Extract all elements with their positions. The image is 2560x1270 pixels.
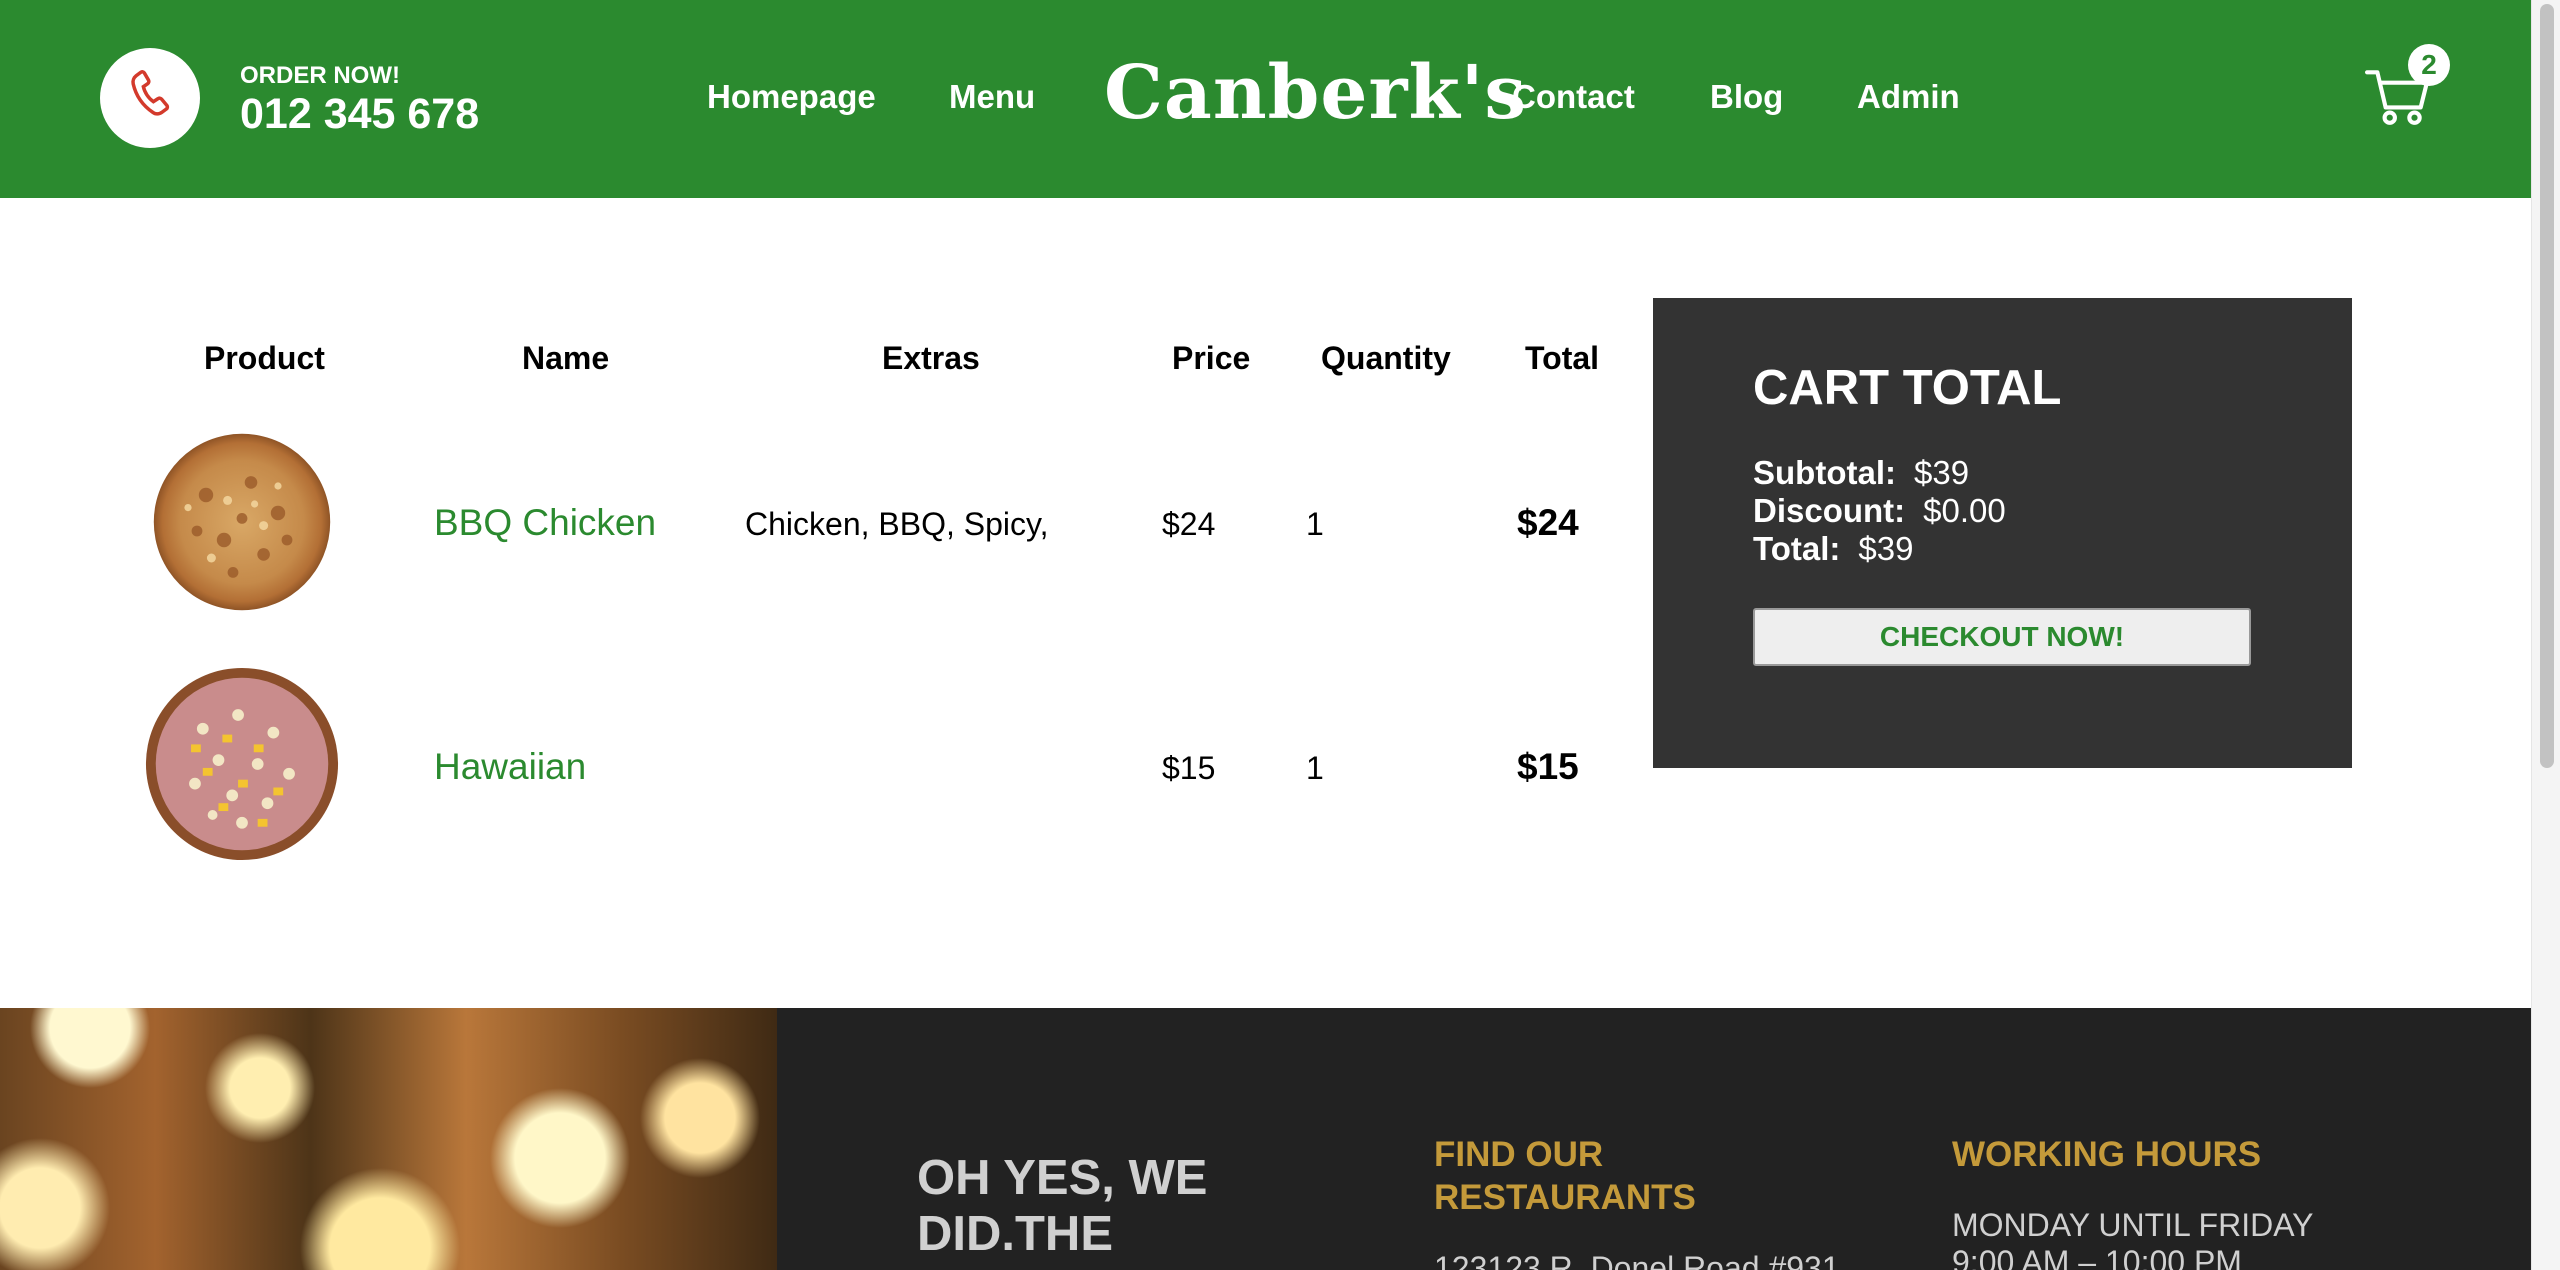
- nav-contact[interactable]: Contact: [1512, 78, 1635, 116]
- product-price: $24: [1162, 506, 1216, 542]
- subtotal-value: $39: [1913, 454, 1970, 491]
- product-extras: Chicken, BBQ, Spicy,: [745, 506, 1049, 542]
- total-line: Total: $39: [1753, 530, 1913, 568]
- column-header-total: Total: [1525, 340, 1600, 376]
- order-phone-number: 012 345 678: [240, 90, 480, 138]
- cart-total-title: CART TOTAL: [1753, 361, 2062, 415]
- column-header-product: Product: [204, 340, 325, 376]
- cart-count-badge: 2: [2408, 44, 2450, 86]
- footer-hours-time: 9:00 AM – 10:00 PM: [1952, 1244, 2242, 1270]
- phone-icon: [131, 70, 170, 116]
- column-header-name: Name: [522, 340, 610, 376]
- order-now-label: ORDER NOW!: [240, 62, 400, 89]
- product-name-link[interactable]: Hawaiian: [434, 746, 586, 788]
- nav-admin[interactable]: Admin: [1857, 78, 1960, 116]
- subtotal-line: Subtotal: $39: [1753, 454, 1969, 492]
- column-header-extras: Extras: [882, 340, 980, 376]
- product-quantity: 1: [1306, 506, 1324, 542]
- footer-hours-days: MONDAY UNTIL FRIDAY: [1952, 1207, 2314, 1243]
- site-logo[interactable]: Canberk's: [1104, 50, 1527, 136]
- column-header-price: Price: [1172, 340, 1251, 376]
- subtotal-label: Subtotal:: [1753, 454, 1896, 491]
- pizza-image-hawaiian: [145, 667, 339, 861]
- product-name-link[interactable]: BBQ Chicken: [434, 502, 656, 544]
- checkout-button[interactable]: CHECKOUT NOW!: [1753, 608, 2251, 666]
- footer-slogan: OH YES, WE DID.THE: [917, 1151, 1208, 1261]
- total-label: Total:: [1753, 530, 1841, 567]
- discount-line: Discount: $0.00: [1753, 492, 2006, 530]
- discount-value: $0.00: [1923, 492, 2006, 529]
- product-quantity: 1: [1306, 750, 1324, 786]
- cart-total-panel: CART TOTAL Subtotal: $39 Discount: $0.00 T…: [1653, 298, 2352, 768]
- column-header-quantity: Quantity: [1321, 340, 1451, 376]
- footer-restaurant-address: 123123 R. Donel Road #931: [1434, 1250, 1840, 1270]
- footer-restaurants-heading: FIND OUR RESTAURANTS: [1434, 1135, 1696, 1217]
- product-total: $24: [1517, 502, 1579, 543]
- nav-menu[interactable]: Menu: [949, 78, 1035, 116]
- pizza-image-bbq-chicken: [153, 433, 331, 611]
- nav-homepage[interactable]: Homepage: [707, 78, 876, 116]
- page-scrollbar[interactable]: [2531, 0, 2560, 1270]
- product-total: $15: [1517, 746, 1579, 787]
- scrollbar-thumb[interactable]: [2540, 4, 2554, 768]
- phone-button[interactable]: [100, 48, 200, 148]
- total-value: $39: [1858, 530, 1914, 567]
- discount-label: Discount:: [1753, 492, 1906, 529]
- footer-background-image: [0, 1008, 777, 1270]
- footer-hours-heading: WORKING HOURS: [1952, 1135, 2262, 1174]
- nav-blog[interactable]: Blog: [1710, 78, 1783, 116]
- product-price: $15: [1162, 750, 1216, 786]
- navbar: ORDER NOW! 012 345 678 Homepage Menu Can…: [0, 0, 2531, 198]
